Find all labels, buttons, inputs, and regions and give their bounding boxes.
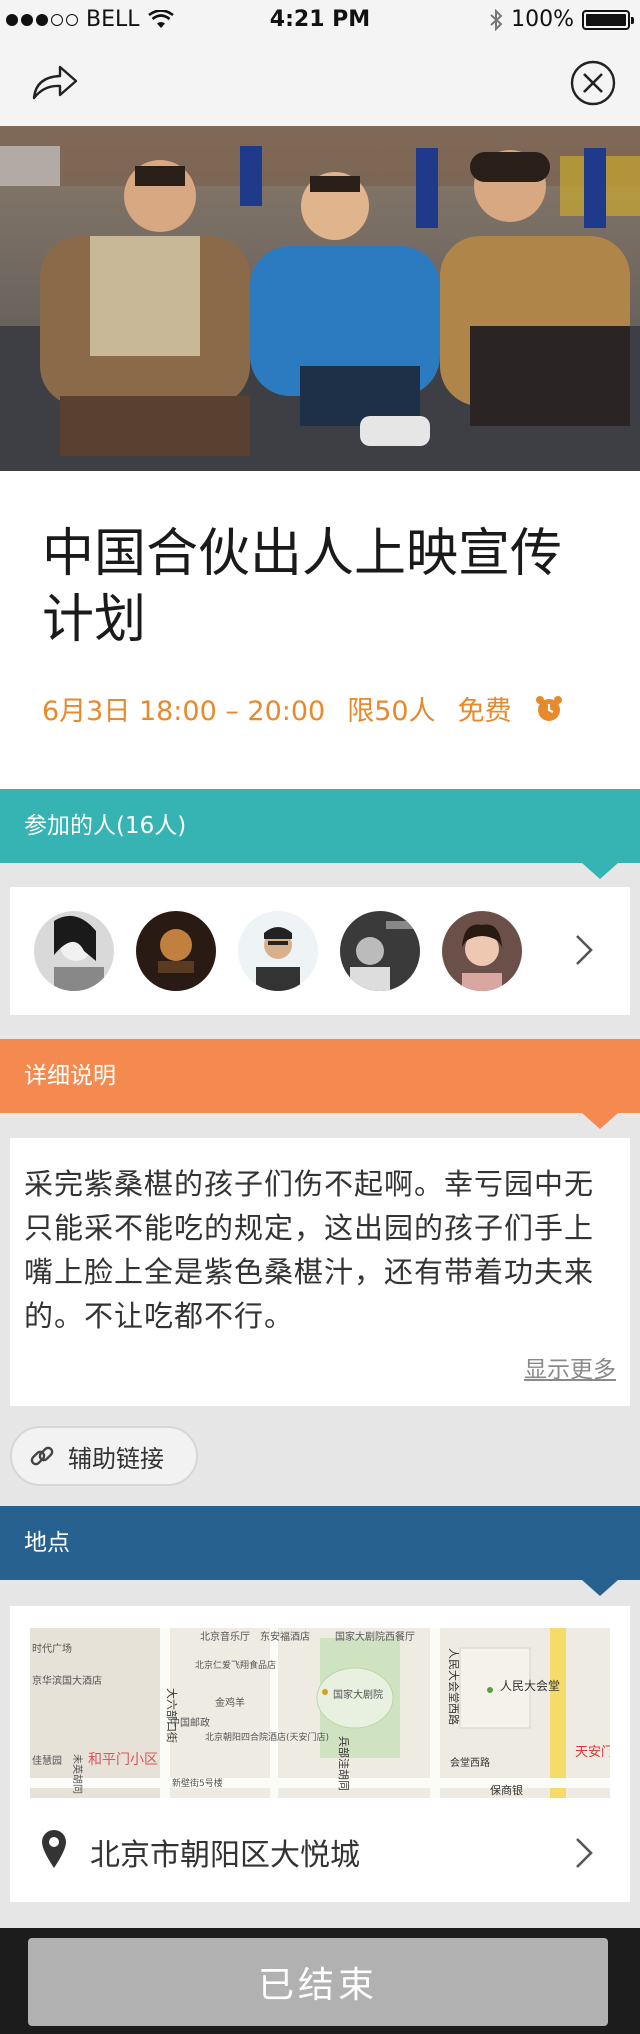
map-label: 北京朝阳四合院酒店(天安门店)	[205, 1731, 329, 1743]
map-label: 北京音乐厅	[200, 1630, 250, 1643]
event-title: 中国合伙出人上映宣传计划	[42, 524, 563, 650]
map-label: 佳慧园	[32, 1754, 62, 1767]
avatar[interactable]	[136, 911, 216, 991]
aux-link-button[interactable]: 辅助链接	[10, 1426, 198, 1486]
event-meta: 6月3日 18:00 – 20:00 限50人 免费	[42, 689, 564, 728]
attendees-header: 参加的人(16人)	[0, 789, 640, 879]
map-label: 人民大会堂	[500, 1679, 560, 1693]
map-label: 京华滨国大酒店	[32, 1674, 102, 1687]
close-icon	[570, 60, 616, 106]
avatar[interactable]	[34, 911, 114, 991]
show-more-link[interactable]: 显示更多	[524, 1350, 616, 1384]
details-title: 详细说明	[24, 1063, 116, 1089]
map-label: 未英胡同	[71, 1754, 84, 1794]
map-label: 天安门	[575, 1745, 610, 1760]
link-icon	[30, 1446, 54, 1466]
location-header: 地点	[0, 1506, 640, 1596]
alarm-clock-icon[interactable]	[534, 694, 564, 724]
close-button[interactable]	[568, 58, 618, 108]
event-datetime: 6月3日 18:00 – 20:00	[42, 696, 326, 727]
map-label: 兵部洼胡同	[337, 1736, 351, 1791]
event-cover-image	[0, 126, 640, 471]
attendees-list[interactable]	[10, 887, 630, 1015]
map-label: 时代广场	[32, 1642, 72, 1655]
map-label: 东安福酒店	[260, 1630, 310, 1643]
map-label: 大六部口街	[165, 1688, 179, 1743]
ended-button[interactable]: 已结束	[28, 1938, 608, 2026]
map-label: 人民大会堂西路	[447, 1648, 461, 1725]
status-bar: BELL 4:21 PM 100%	[0, 0, 640, 40]
avatar[interactable]	[340, 911, 420, 991]
location-map[interactable]: 北京音乐厅 东安福酒店 国家大剧院西餐厅 大六部口街 北京仁爱飞翔食品店 金鸡羊…	[30, 1628, 610, 1798]
details-text: 采完紫桑椹的孩子们伤不起啊。幸亏园中无只能采不能吃的规定，这出园的孩子们手上嘴上…	[24, 1167, 595, 1333]
details-card: 采完紫桑椹的孩子们伤不起啊。幸亏园中无只能采不能吃的规定，这出园的孩子们手上嘴上…	[10, 1138, 630, 1406]
avatar[interactable]	[442, 911, 522, 991]
attendees-title: 参加的人(16人)	[24, 813, 187, 839]
map-label: 会堂西路	[450, 1756, 490, 1769]
location-pin-icon	[42, 1830, 66, 1868]
map-label: 北京仁爱飞翔食品店	[195, 1659, 276, 1671]
battery-percent: 100%	[511, 7, 574, 32]
share-button[interactable]	[30, 58, 80, 108]
map-label: 新壁街5号楼	[172, 1777, 223, 1789]
event-info: 中国合伙出人上映宣传计划 6月3日 18:00 – 20:00 限50人 免费	[0, 471, 640, 789]
address-text: 北京市朝阳区大悦城	[90, 1838, 360, 1873]
header-tip	[582, 1113, 618, 1129]
details-header: 详细说明	[0, 1039, 640, 1129]
event-limit: 限50人	[347, 696, 436, 727]
aux-link-label: 辅助链接	[68, 1444, 164, 1473]
location-card[interactable]: 北京音乐厅 东安福酒店 国家大剧院西餐厅 大六部口街 北京仁爱飞翔食品店 金鸡羊…	[10, 1606, 630, 1902]
bluetooth-icon	[490, 8, 503, 31]
share-icon	[32, 65, 78, 100]
map-label: 保商银	[490, 1783, 523, 1797]
map-label: 金鸡羊	[215, 1696, 245, 1709]
map-label: 国家大剧院西餐厅	[335, 1630, 415, 1643]
chevron-right-icon[interactable]	[574, 933, 594, 967]
address-row[interactable]: 北京市朝阳区大悦城	[10, 1806, 630, 1898]
map-label: 中国邮政	[170, 1716, 210, 1729]
location-title: 地点	[24, 1530, 70, 1556]
chevron-right-icon	[576, 1838, 593, 1868]
bottom-bar: 已结束	[0, 1928, 640, 2034]
header-tip	[582, 1580, 618, 1596]
header-tip	[582, 863, 618, 879]
event-price: 免费	[457, 696, 512, 727]
nav-bar	[0, 40, 640, 126]
status-right: 100%	[489, 7, 634, 32]
map-label: 国家大剧院	[333, 1688, 383, 1701]
battery-icon	[582, 9, 634, 30]
avatar[interactable]	[238, 911, 318, 991]
map-label: 和平门小区	[88, 1752, 158, 1768]
